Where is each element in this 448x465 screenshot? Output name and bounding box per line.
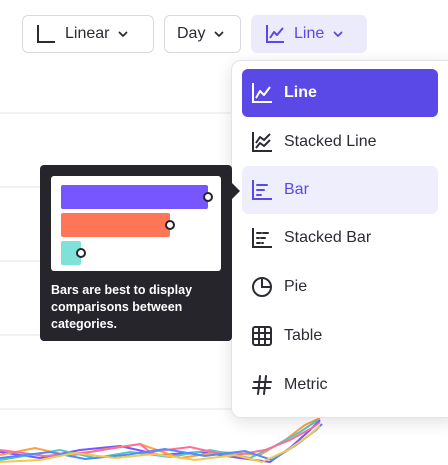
tooltip-description: Bars are best to display comparisons bet… (51, 283, 193, 331)
chart-type-dropdown[interactable]: Line (251, 15, 367, 53)
preview-bar (61, 213, 170, 237)
bar-chart-icon (252, 180, 272, 200)
menu-item-pie[interactable]: Pie (242, 263, 438, 311)
menu-item-label: Stacked Line (284, 133, 377, 150)
bar-preview-illustration (51, 176, 221, 271)
interval-dropdown-label: Day (177, 25, 206, 42)
axis-icon (37, 25, 55, 43)
chevron-down-icon (333, 31, 343, 37)
preview-bar-dot (76, 248, 86, 258)
menu-item-metric[interactable]: Metric (242, 361, 438, 409)
chart-toolbar: Linear Day Line (0, 15, 448, 53)
chart-type-dropdown-label: Line (294, 25, 325, 42)
menu-item-label: Line (284, 84, 317, 101)
menu-item-label: Pie (284, 278, 308, 295)
scale-dropdown-label: Linear (65, 25, 110, 42)
chart-type-menu: Line Stacked Line Bar Stacked Bar Pie Ta… (231, 60, 448, 418)
stacked-line-icon (252, 132, 272, 152)
interval-dropdown[interactable]: Day (164, 15, 241, 53)
preview-bar (61, 185, 208, 209)
menu-item-label: Stacked Bar (284, 229, 372, 246)
table-icon (252, 326, 272, 346)
menu-item-label: Bar (284, 181, 309, 198)
line-chart-icon (252, 83, 272, 103)
pie-chart-icon (252, 277, 272, 297)
preview-bar-dot (165, 220, 175, 230)
hash-icon (252, 375, 272, 395)
chevron-down-icon (215, 31, 224, 37)
preview-bar-dot (203, 192, 213, 202)
menu-item-label: Metric (284, 376, 328, 393)
menu-item-table[interactable]: Table (242, 312, 438, 360)
menu-item-label: Table (284, 327, 323, 344)
menu-item-stacked-line[interactable]: Stacked Line (242, 118, 438, 166)
menu-item-stacked-bar[interactable]: Stacked Bar (242, 214, 438, 262)
menu-item-line[interactable]: Line (242, 69, 438, 117)
menu-item-bar[interactable]: Bar (242, 166, 438, 214)
line-chart-icon (266, 25, 284, 43)
chart-type-tooltip: Bars are best to display comparisons bet… (40, 165, 240, 341)
stacked-bar-icon (252, 228, 272, 248)
chevron-down-icon (119, 31, 128, 37)
scale-dropdown[interactable]: Linear (22, 15, 154, 53)
